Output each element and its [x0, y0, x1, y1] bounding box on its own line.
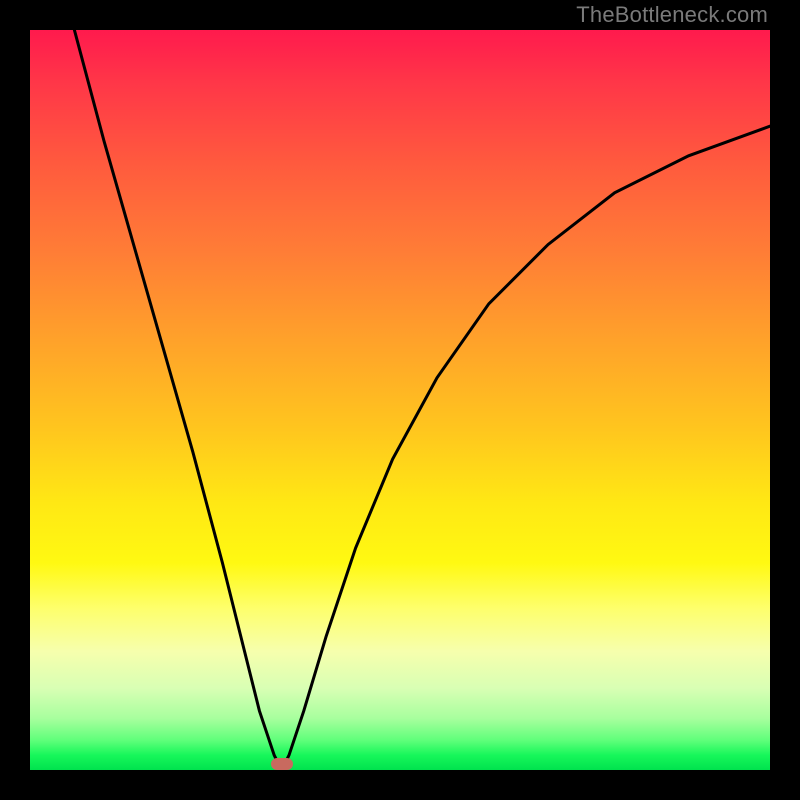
- chart-frame: TheBottleneck.com: [0, 0, 800, 800]
- plot-area: [30, 30, 770, 770]
- watermark-text: TheBottleneck.com: [576, 2, 768, 28]
- minimum-marker: [271, 758, 293, 770]
- bottleneck-curve: [30, 30, 770, 770]
